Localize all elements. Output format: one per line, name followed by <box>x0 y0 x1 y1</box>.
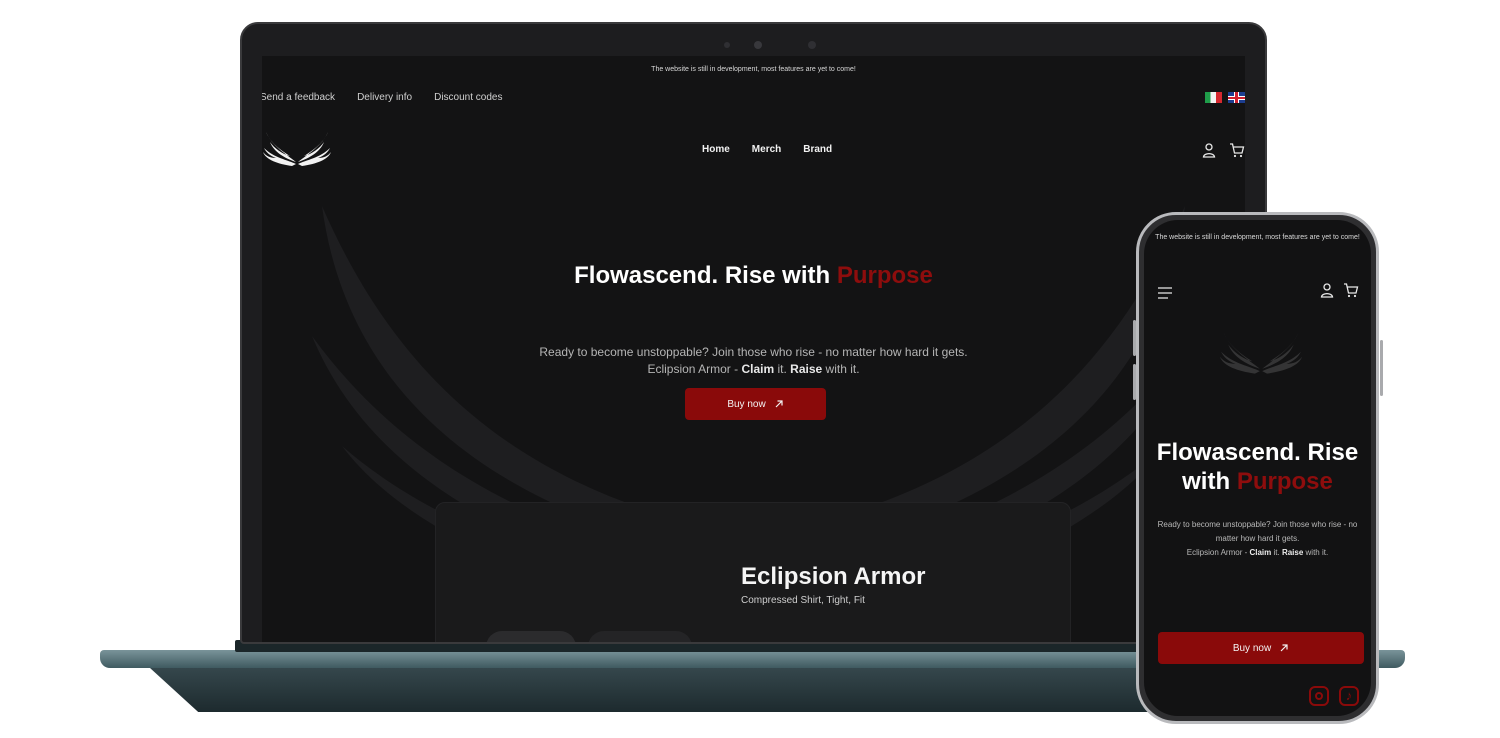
mobile-hero-subtitle-line2: Eclipsion Armor - Claim it. Raise with i… <box>1186 548 1329 557</box>
cart-icon[interactable] <box>1229 142 1245 158</box>
buy-now-label: Buy now <box>727 398 766 410</box>
mobile-hero-title-accent: Purpose <box>1236 468 1333 495</box>
italian-flag-icon[interactable] <box>1205 92 1222 103</box>
uk-flag-icon[interactable] <box>1228 92 1245 103</box>
instagram-icon[interactable] <box>1309 686 1329 706</box>
nav-merch[interactable]: Merch <box>752 144 781 155</box>
mobile-hero-subtitle: Ready to become unstoppable? Join those … <box>1154 518 1361 560</box>
sensor-dot <box>808 41 816 49</box>
hero-subtitle-line2: Eclipsion Armor - Claim it. Raise with i… <box>647 362 860 376</box>
shirt-image <box>588 631 692 642</box>
hero-title-accent: Purpose <box>836 262 933 289</box>
hero-subtitle: Ready to become unstoppable? Join those … <box>262 344 1245 378</box>
language-switcher <box>1205 92 1245 103</box>
device-mockup-stage: The website is still in development, mos… <box>0 0 1500 738</box>
hero-subtitle-line1: Ready to become unstoppable? Join those … <box>539 345 968 359</box>
mobile-dev-banner: The website is still in development, mos… <box>1155 234 1360 241</box>
user-icon[interactable] <box>1319 282 1335 298</box>
top-links: Send a feedback Delivery info Discount c… <box>262 92 502 103</box>
header-actions <box>1201 142 1245 158</box>
nav-brand[interactable]: Brand <box>803 144 832 155</box>
product-subtitle: Compressed Shirt, Tight, Fit <box>741 595 865 606</box>
laptop-screen: The website is still in development, mos… <box>262 56 1245 642</box>
camera-icon <box>754 41 762 49</box>
camera-bar <box>242 24 1265 58</box>
tiktok-icon[interactable]: ♪ <box>1339 686 1359 706</box>
main-nav: Home Merch Brand <box>702 144 832 155</box>
wings-logo-icon <box>1219 332 1303 374</box>
discount-codes-link[interactable]: Discount codes <box>434 92 502 103</box>
phone-power-button <box>1380 340 1383 396</box>
mobile-hero-subtitle-line1: Ready to become unstoppable? Join those … <box>1157 520 1358 543</box>
phone-frame: The website is still in development, mos… <box>1136 212 1379 724</box>
hamburger-icon[interactable] <box>1158 287 1172 299</box>
laptop-lid: The website is still in development, mos… <box>240 22 1267 644</box>
arrow-up-right-icon <box>775 400 783 408</box>
buy-now-button[interactable]: Buy now <box>685 388 826 420</box>
sensor-dot <box>724 42 730 48</box>
arrow-up-right-icon <box>1280 644 1288 652</box>
feedback-link[interactable]: Send a feedback <box>262 92 335 103</box>
mobile-hero-title: Flowascend. Rise with Purpose <box>1144 438 1371 496</box>
wings-logo-icon[interactable] <box>262 130 332 168</box>
shirt-image <box>486 631 576 642</box>
mobile-header-actions <box>1319 282 1359 298</box>
nav-home[interactable]: Home <box>702 144 730 155</box>
mobile-buy-now-label: Buy now <box>1232 642 1272 654</box>
hero-title-main: Flowascend. Rise with <box>574 262 831 289</box>
delivery-info-link[interactable]: Delivery info <box>357 92 412 103</box>
phone-screen: The website is still in development, mos… <box>1144 220 1371 716</box>
social-links: ♪ <box>1309 686 1359 706</box>
product-title: Eclipsion Armor <box>741 563 926 590</box>
cart-icon[interactable] <box>1343 282 1359 298</box>
hero-title: Flowascend. Rise with Purpose <box>262 262 1245 290</box>
dev-banner: The website is still in development, mos… <box>651 66 856 73</box>
mobile-buy-now-button[interactable]: Buy now <box>1158 632 1364 664</box>
user-icon[interactable] <box>1201 142 1217 158</box>
product-card[interactable]: Eclipsion Armor Compressed Shirt, Tight,… <box>435 502 1071 642</box>
